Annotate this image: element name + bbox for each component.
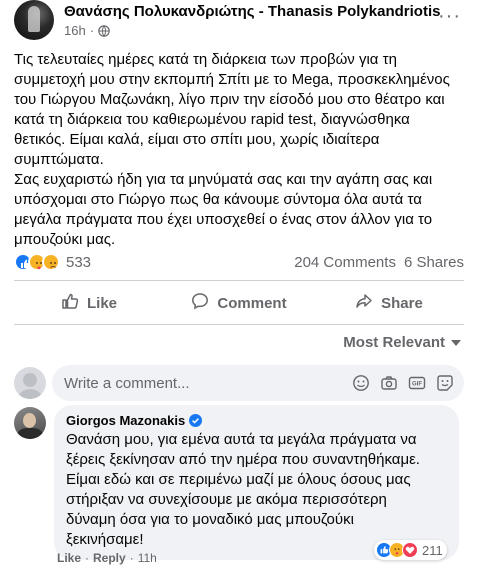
comment-button-label: Comment [217,294,287,312]
sad-reaction-icon [42,253,60,271]
comment-reactions[interactable]: 211 [374,540,447,560]
commenter-name-row: Giorgos Mazonakis [66,413,447,428]
post-text-line: Σας ευχαριστώ ήδη για τα μηνύματά σας κα… [14,171,433,188]
share-icon [355,292,373,314]
comment-text-line: Είμαι εδώ και σε περιμένω μαζί με όλους … [66,471,411,488]
post-stats: 533 204 Comments 6 Shares [14,250,464,274]
like-button-label: Like [86,294,117,312]
post-text-line: μεγάλα πράγματα που έχει υποσχεθεί ο ένα… [14,211,433,228]
comment-text: Θανάση μου, για εμένα αυτά τα μεγάλα πρά… [66,430,447,550]
sort-label: Most Relevant [343,334,445,351]
footer-separator: · [129,551,134,565]
comment-reactions-count: 211 [422,542,443,558]
divider [14,280,464,281]
comment-like-button[interactable]: Like [57,551,81,565]
comment-reply-button[interactable]: Reply [93,551,126,565]
user-avatar [14,367,46,399]
comment-placeholder: Write a comment... [64,374,190,392]
composer-icons: GIF [352,374,454,392]
post-text-line: συμμετοχή μου στην εκπομπή Σπίτι με το M… [14,71,450,88]
comment-sort-dropdown[interactable]: Most Relevant [343,334,461,351]
commenter-avatar[interactable] [14,407,46,439]
chevron-down-icon [451,334,461,351]
stats-right: 204 Comments 6 Shares [294,254,464,271]
comment-input[interactable]: Write a comment... GIF [52,365,464,401]
commenter-name[interactable]: Giorgos Mazonakis [66,413,185,428]
reaction-icons[interactable] [14,253,60,271]
verified-icon [189,414,203,427]
comment-button[interactable]: Comment [164,285,314,321]
like-button[interactable]: Like [14,285,164,321]
share-button[interactable]: Share [314,285,464,321]
post-text-line: του Γιώργου Μαζωνάκη, λίγο πριν την είσο… [14,91,445,108]
meta-separator: · [89,23,95,38]
shares-count[interactable]: 6 Shares [404,254,464,271]
post-meta: 16h · [64,23,110,38]
smiley-icon[interactable] [352,374,370,392]
post-text-line: Τις τελευταίες ημέρες κατά τη διάρκεια τ… [14,51,397,68]
comment-text-line: στήριξαν να συνεχίσουμε με ακόμα περισσό… [66,491,387,508]
post-text: Τις τελευταίες ημέρες κατά τη διάρκεια τ… [14,50,466,250]
post-actions: Like Comment Share [14,285,464,321]
comment-footer: Like · Reply · 11h [57,551,157,565]
comment-time[interactable]: 11h [138,551,157,565]
svg-text:GIF: GIF [412,382,422,388]
comment-text-line: Θανάση μου, για εμένα αυτά τα μεγάλα πρά… [66,431,417,448]
comment-composer: Write a comment... GIF [14,365,464,401]
globe-icon [98,24,110,37]
share-button-label: Share [381,294,423,312]
comment-text-line: ξέρεις ξεκίνησαν από την ημέρα που συναν… [66,451,420,468]
reactions-count[interactable]: 533 [66,254,91,271]
post-text-line: συμπτώματα. [14,151,104,168]
comment-icon [191,292,209,314]
post-header: Θανάσης Πολυκανδριώτης - Thanasis Polyka… [0,0,477,46]
like-icon [61,292,79,314]
comment-bubble: Giorgos Mazonakis Θανάση μου, για εμένα … [54,405,459,560]
gif-icon[interactable]: GIF [408,374,426,392]
comment-text-line: δύναμη όσα για το μοναδικό μας μπουζούκι [66,511,354,528]
post-text-line: μπουζούκι μας. [14,231,116,248]
comments-count[interactable]: 204 Comments [294,254,396,271]
love-reaction-icon [402,542,418,558]
more-icon[interactable]: ··· [438,6,461,26]
camera-icon[interactable] [380,374,398,392]
footer-separator: · [85,551,90,565]
post-text-line: υπόσχομαι στο Γιώργο πως θα κάνουμε σύντ… [14,191,422,208]
post-author-name[interactable]: Θανάσης Πολυκανδριώτης - Thanasis Polyka… [64,3,440,20]
post-text-line: κατά τη διάρκεια του καθιερωμένου rapid … [14,111,410,128]
sticker-icon[interactable] [436,374,454,392]
post-text-line: θετικός. Είμαι καλά, είμαι στο σπίτι μου… [14,131,380,148]
post-time[interactable]: 16h [64,23,86,38]
divider [14,324,464,325]
author-avatar[interactable] [14,0,54,40]
